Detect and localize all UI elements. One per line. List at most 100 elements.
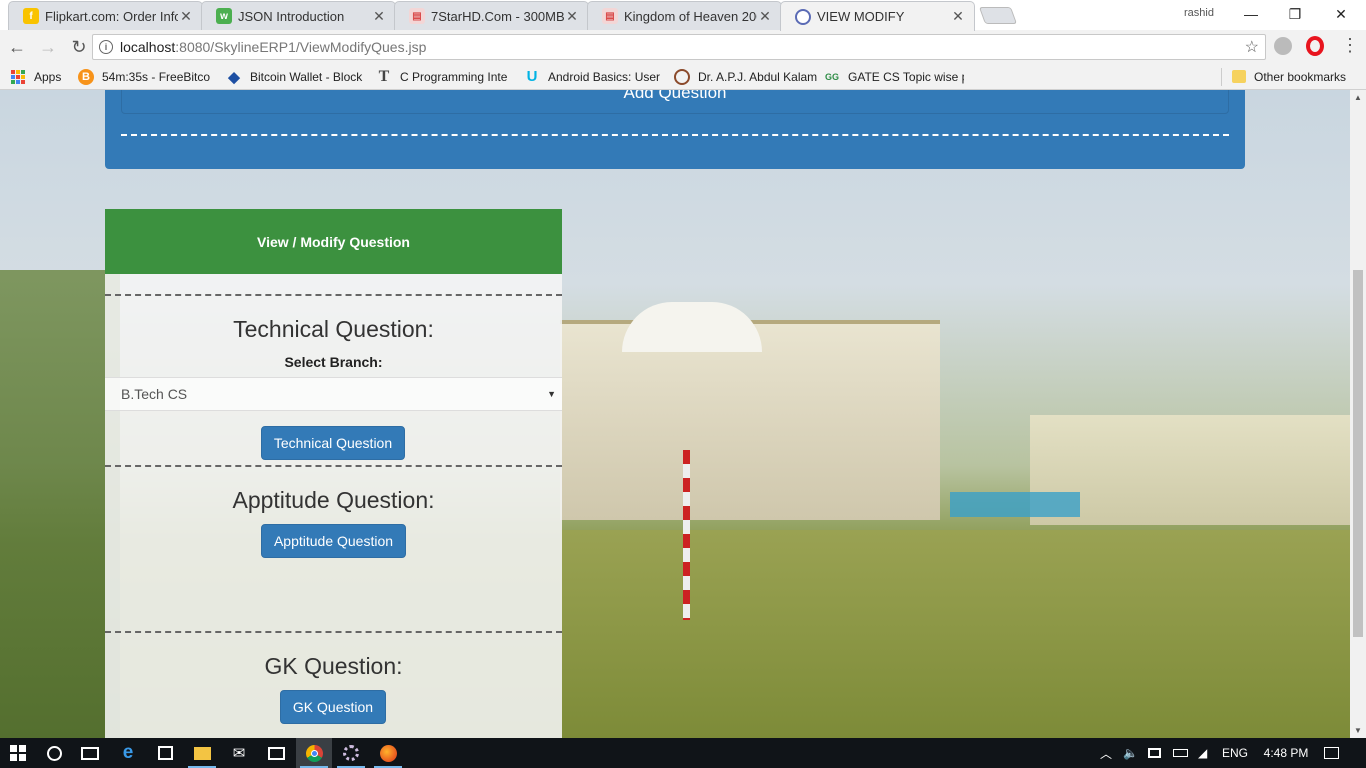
add-question-button[interactable]: Add Question — [121, 90, 1229, 114]
background-trees — [0, 270, 120, 738]
bookmark-bitcoin-wallet[interactable]: ◆ Bitcoin Wallet - Block — [220, 65, 370, 89]
edge-icon[interactable]: e — [110, 738, 146, 768]
background-ground — [560, 530, 1350, 738]
bookmark-label: C Programming Inte — [400, 69, 508, 84]
windows-start-icon[interactable] — [0, 738, 36, 768]
close-icon[interactable]: ✕ — [178, 8, 194, 25]
clock-time[interactable]: 4:48 PM — [1262, 738, 1310, 768]
file-explorer-icon[interactable] — [184, 738, 220, 768]
dashed-divider — [105, 294, 562, 296]
branch-select[interactable]: B.Tech CS ▼ — [105, 377, 562, 411]
action-center-icon[interactable] — [1324, 738, 1339, 768]
restore-icon[interactable]: ❐ — [1272, 0, 1318, 28]
volume-icon[interactable]: 🔈 — [1123, 738, 1138, 768]
tab-title: Flipkart.com: Order Inform — [45, 8, 178, 24]
extension-icon[interactable] — [1274, 37, 1292, 55]
battery-icon[interactable] — [1173, 738, 1188, 768]
bookmark-label: Android Basics: User — [548, 69, 661, 84]
wallet-icon: ◆ — [228, 68, 240, 86]
profile-name[interactable]: rashid — [1184, 7, 1214, 19]
task-view-icon[interactable] — [72, 738, 108, 768]
windows-taskbar: e ✉ ︿ 🔈 ◢ ENG 4:48 PM — [0, 738, 1366, 768]
language-indicator[interactable]: ENG — [1222, 738, 1248, 768]
search-icon[interactable] — [36, 738, 72, 768]
page-icon: ▤ — [602, 8, 618, 24]
menu-dots-icon[interactable]: ⋮ — [1340, 35, 1360, 56]
page-icon: ▤ — [409, 8, 425, 24]
network-icon[interactable] — [1148, 738, 1161, 768]
settings-gear-icon[interactable] — [333, 738, 369, 768]
apps-icon — [10, 69, 26, 85]
mail-icon[interactable]: ✉ — [221, 738, 257, 768]
close-icon[interactable]: ✕ — [371, 8, 387, 25]
bookmark-apps[interactable]: Apps — [0, 65, 72, 89]
bookmark-c-programming[interactable]: T C Programming Inte — [370, 65, 518, 89]
gk-question-button[interactable]: GK Question — [280, 690, 386, 724]
background-fence — [950, 492, 1080, 517]
dashed-divider — [105, 465, 562, 467]
firefox-icon[interactable] — [370, 738, 406, 768]
dashed-divider — [105, 631, 562, 633]
tab-title: Kingdom of Heaven 2005 — [624, 8, 757, 24]
minimize-icon[interactable]: — — [1228, 0, 1274, 28]
tab-kingdom-of-heaven[interactable]: ▤ Kingdom of Heaven 2005 ✕ — [587, 1, 782, 30]
add-question-panel: Add Question — [105, 90, 1245, 169]
bookmark-android-basics[interactable]: U Android Basics: User — [518, 65, 668, 89]
tab-title: 7StarHD.Com - 300MB Du — [431, 8, 564, 24]
bookmark-other-bookmarks[interactable]: Other bookmarks — [1226, 65, 1352, 89]
dashed-divider — [121, 134, 1229, 136]
question-sections-panel: Technical Question: Select Branch: B.Tec… — [105, 274, 562, 738]
info-icon[interactable]: i — [99, 40, 113, 54]
bookmark-star-icon[interactable]: ☆ — [1245, 37, 1259, 57]
tab-title: JSON Introduction — [238, 8, 345, 24]
w3schools-icon: w — [216, 8, 232, 24]
new-tab-button[interactable] — [978, 7, 1018, 24]
close-icon[interactable]: ✕ — [757, 8, 773, 25]
back-arrow-icon[interactable]: ← — [3, 33, 31, 61]
tab-json-introduction[interactable]: w JSON Introduction ✕ — [201, 1, 396, 30]
technical-question-button[interactable]: Technical Question — [261, 426, 405, 460]
opera-icon[interactable] — [1306, 36, 1324, 56]
tab-title: VIEW MODIFY — [817, 9, 905, 24]
url-path: :8080/SkylineERP1/ViewModifyQues.jsp — [175, 39, 427, 55]
show-hidden-icons-chevron-icon[interactable]: ︿ — [1100, 738, 1112, 768]
bookmark-label: Other bookmarks — [1254, 69, 1347, 84]
globe-icon — [795, 8, 811, 25]
reload-icon[interactable]: ↻ — [65, 33, 93, 61]
tab-view-modify[interactable]: VIEW MODIFY ✕ — [780, 1, 975, 31]
scrollbar-thumb[interactable] — [1353, 270, 1363, 637]
store-icon[interactable] — [147, 738, 183, 768]
folder-icon — [1232, 70, 1246, 83]
tab-flipkart[interactable]: f Flipkart.com: Order Inform ✕ — [8, 1, 203, 30]
bookmark-label: Dr. A.P.J. Abdul Kalam — [698, 69, 818, 84]
bookmark-freebitco[interactable]: B 54m:35s - FreeBitco — [72, 65, 220, 89]
select-branch-label: Select Branch: — [284, 354, 383, 370]
flipkart-icon: f — [23, 8, 39, 24]
close-icon[interactable]: ✕ — [564, 8, 580, 25]
chrome-icon[interactable] — [296, 738, 332, 768]
technical-question-title: Technical Question: — [233, 316, 434, 342]
bookmark-gate-cs[interactable]: GG GATE CS Topic wise p — [818, 65, 964, 89]
dropdown-arrow-icon: ▼ — [547, 389, 556, 399]
tab-7starhd[interactable]: ▤ 7StarHD.Com - 300MB Du ✕ — [394, 1, 589, 30]
forward-arrow-icon[interactable]: → — [34, 33, 62, 61]
close-icon[interactable]: ✕ — [950, 8, 966, 25]
bookmark-label: 54m:35s - FreeBitco — [102, 69, 211, 84]
scroll-up-arrow-icon[interactable]: ▲ — [1354, 93, 1362, 102]
tab-strip: f Flipkart.com: Order Inform ✕ w JSON In… — [0, 0, 1366, 31]
background-dome — [622, 302, 762, 352]
branch-select-value: B.Tech CS — [121, 386, 188, 402]
close-window-icon[interactable]: ✕ — [1318, 0, 1364, 28]
aptitude-question-button[interactable]: Apptitude Question — [261, 524, 406, 558]
udacity-icon: U — [526, 68, 538, 85]
url-host: localhost — [120, 39, 176, 55]
gk-question-title: GK Question: — [264, 653, 403, 679]
bookmark-label: GATE CS Topic wise p — [848, 69, 964, 84]
scroll-down-arrow-icon[interactable]: ▼ — [1354, 726, 1362, 735]
page-scrollbar[interactable]: ▲ ▼ — [1350, 90, 1366, 738]
wifi-icon[interactable]: ◢ — [1198, 738, 1207, 768]
bookmark-apj-abdul-kalam[interactable]: Dr. A.P.J. Abdul Kalam — [668, 65, 818, 89]
aptitude-question-title: Apptitude Question: — [232, 487, 435, 513]
address-bar[interactable]: i localhost:8080/SkylineERP1/ViewModifyQ… — [92, 34, 1266, 60]
media-player-icon[interactable] — [258, 738, 294, 768]
